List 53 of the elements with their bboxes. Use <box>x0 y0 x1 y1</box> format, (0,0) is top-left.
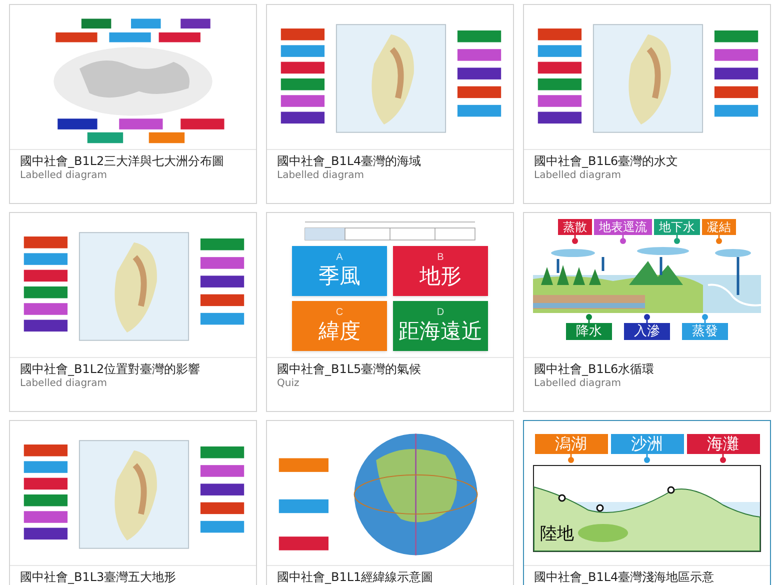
label-tag: 海灘 <box>686 434 760 454</box>
card-title: 國中社會_B1L2位置對臺灣的影響 <box>20 361 202 377</box>
activity-card[interactable]: 國中社會_B1L4臺灣的海域 Labelled diagram <box>266 4 514 204</box>
pin-icon <box>701 314 709 323</box>
pin-icon <box>619 235 627 244</box>
pin-icon <box>643 314 651 323</box>
activity-card[interactable]: 國中社會_B1L6臺灣的水文 Labelled diagram <box>523 4 771 204</box>
pin-icon <box>719 454 727 463</box>
option-text: 緯度 <box>318 318 360 344</box>
pin-icon <box>567 454 575 463</box>
card-title: 國中社會_B1L6臺灣的水文 <box>534 153 680 169</box>
card-title: 國中社會_B1L6水循環 <box>534 361 656 377</box>
activity-card[interactable]: 國中社會_B1L3臺灣五大地形 <box>9 420 257 585</box>
label-tag: 降水 <box>566 323 612 340</box>
pin-icon <box>673 235 681 244</box>
activity-card[interactable]: 國中社會_B1L2位置對臺灣的影響 Labelled diagram <box>9 212 257 412</box>
option-letter: B <box>437 252 444 263</box>
pin-icon <box>715 235 723 244</box>
activity-card[interactable]: 蒸散 地表逕流 地下水 凝結 降水 入滲 蒸發 國中社會_B1L6水循環 Labelled diagram <box>523 212 771 412</box>
label-tag: 蒸發 <box>682 323 728 340</box>
card-type: Labelled diagram <box>277 169 366 183</box>
card-type: Labelled diagram <box>20 169 108 183</box>
option-text: 地形 <box>420 262 462 290</box>
land-label: 陸地 <box>540 525 574 542</box>
pin-icon <box>643 454 651 463</box>
label-tag: 地表逕流 <box>594 219 652 235</box>
label-tag: 入滲 <box>624 323 670 340</box>
activity-card[interactable]: 國中社會_B1L2三大洋與七大洲分布圖 Labelled diagram <box>9 4 257 204</box>
pin-icon <box>585 314 593 323</box>
card-title: 國中社會_B1L5臺灣的氣候 <box>277 361 422 377</box>
label-tag: 蒸散 <box>558 219 592 235</box>
card-type: Labelled diagram <box>20 377 108 391</box>
card-type: Quiz <box>277 377 300 391</box>
card-title: 國中社會_B1L4臺灣淺海地區示意 <box>534 569 716 585</box>
label-tag: 沙洲 <box>610 434 684 454</box>
card-title: 國中社會_B1L3臺灣五大地形 <box>20 569 178 585</box>
label-tag: 潟湖 <box>534 434 608 454</box>
option-text: 季風 <box>318 262 360 290</box>
option-text: 距海遠近 <box>398 318 482 344</box>
card-type: Labelled diagram <box>534 377 622 391</box>
card-title: 國中社會_B1L2三大洋與七大洲分布圖 <box>20 153 226 169</box>
activity-card[interactable]: 潟湖 沙洲 海灘 陸地 國中社會_B1L4臺灣淺海地區示意 <box>523 420 771 585</box>
activity-card[interactable]: 國中社會_B1L1經緯線示意圖 <box>266 420 514 585</box>
option-letter: C <box>336 308 344 318</box>
card-title: 國中社會_B1L4臺灣的海域 <box>277 153 422 169</box>
label-tag: 凝結 <box>702 219 736 235</box>
label-tag: 地下水 <box>654 219 700 235</box>
pin-icon <box>571 235 579 244</box>
option-letter: A <box>336 252 343 263</box>
activity-card[interactable]: A 季風 B 地形 C 緯度 D 距海遠近 國中社會_B1L5臺灣的氣候 Quiz <box>266 212 514 412</box>
card-title: 國中社會_B1L1經緯線示意圖 <box>277 569 434 585</box>
card-type: Labelled diagram <box>534 169 622 183</box>
option-letter: D <box>436 308 444 318</box>
